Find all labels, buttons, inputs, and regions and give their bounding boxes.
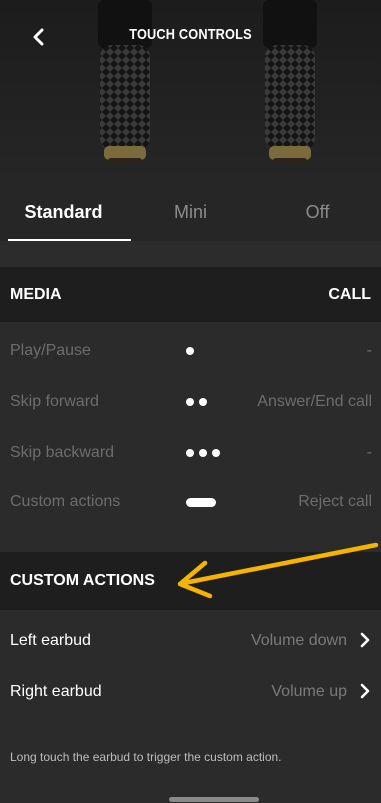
- custom-actions-title: CUSTOM ACTIONS: [10, 572, 155, 589]
- gesture-row-play-pause: Play/Pause -: [0, 334, 381, 368]
- media-action-label: Custom actions: [10, 493, 121, 510]
- custom-actions-list: Left earbud Volume down Right earbud Vol…: [0, 610, 381, 803]
- long-press-icon: [186, 497, 216, 507]
- chevron-right-icon: [360, 683, 370, 699]
- single-tap-icon: [186, 347, 194, 355]
- call-action-label: -: [366, 444, 372, 461]
- call-action-label: Answer/End call: [257, 393, 372, 410]
- hero-image: TOUCH CONTROLS: [0, 0, 381, 183]
- page-title: TOUCH CONTROLS: [129, 26, 252, 43]
- tab-mini[interactable]: Mini: [127, 183, 254, 241]
- mode-tabs: Standard Mini Off: [0, 183, 381, 241]
- gesture-row-skip-forward: Skip forward Answer/End call: [0, 385, 381, 419]
- call-action-label: -: [366, 342, 372, 359]
- media-section-title: MEDIA: [10, 285, 62, 303]
- media-call-header: MEDIA CALL: [0, 267, 381, 322]
- chevron-right-icon: [360, 632, 370, 648]
- right-earbud-label: Right earbud: [10, 682, 102, 700]
- left-earbud-row[interactable]: Left earbud Volume down: [0, 617, 381, 664]
- call-section-title: CALL: [328, 285, 371, 303]
- double-tap-icon: [186, 398, 207, 406]
- media-action-label: Skip forward: [10, 393, 99, 410]
- call-action-label: Reject call: [298, 493, 372, 510]
- divider: [0, 241, 381, 267]
- custom-action-hint: Long touch the earbud to trigger the cus…: [10, 750, 282, 764]
- tab-off[interactable]: Off: [254, 183, 381, 241]
- right-earbud-row[interactable]: Right earbud Volume up: [0, 668, 381, 715]
- right-earbud-value: Volume up: [271, 682, 347, 700]
- gesture-row-skip-backward: Skip backward -: [0, 436, 381, 470]
- custom-actions-header: CUSTOM ACTIONS: [0, 552, 381, 610]
- left-earbud-value: Volume down: [250, 631, 347, 649]
- media-action-label: Play/Pause: [10, 342, 91, 359]
- media-action-label: Skip backward: [10, 444, 115, 461]
- tab-standard[interactable]: Standard: [0, 183, 131, 241]
- left-earbud-label: Left earbud: [10, 631, 91, 649]
- home-indicator[interactable]: [169, 797, 259, 802]
- gesture-list: Play/Pause - Skip forward Answer/End cal…: [0, 322, 381, 552]
- gesture-row-custom-actions: Custom actions Reject call: [0, 485, 381, 519]
- triple-tap-icon: [186, 449, 220, 457]
